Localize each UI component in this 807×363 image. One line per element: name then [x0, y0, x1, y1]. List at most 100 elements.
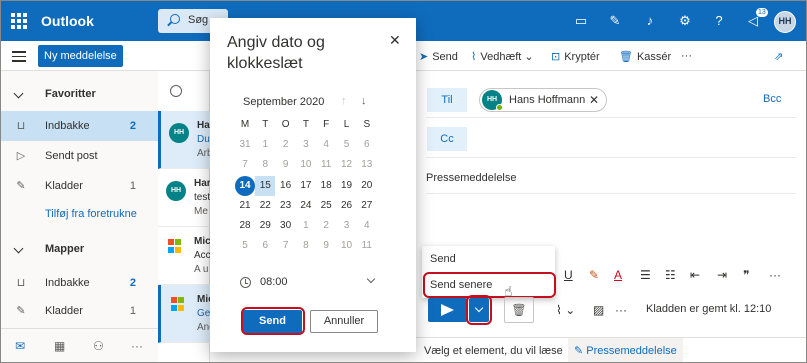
tab-reading[interactable]: Vælg et element, du vil læse [424, 338, 563, 362]
bell-icon[interactable]: ♪ [642, 13, 658, 29]
gear-icon[interactable]: ⚙ [677, 13, 693, 29]
sidebar-item-drafts[interactable]: ✎ Kladder 1 [1, 171, 158, 201]
list-item[interactable]: HH Har Du Arb [158, 111, 214, 169]
calendar-day[interactable]: 28 [235, 216, 255, 236]
trash-icon: 🗑 [619, 51, 633, 63]
presence-icon [496, 104, 503, 111]
quote-icon[interactable]: ❞ [743, 268, 749, 282]
chevron-down-icon [13, 88, 24, 99]
calendar-day[interactable]: 29 [255, 216, 275, 236]
list-item[interactable]: Mic Get And [158, 285, 215, 343]
weekday-label: M [240, 119, 250, 130]
more-apps-icon[interactable]: ··· [131, 339, 143, 353]
highlight-send-options [466, 295, 492, 325]
image-icon[interactable]: ▨ [593, 303, 604, 317]
saved-status: Kladden er gemt kl. 12:10 [646, 303, 772, 315]
help-icon[interactable]: ? [711, 13, 727, 29]
schedule-send-dialog: Angiv dato og klokkeslæt ✕ September 202… [210, 18, 416, 352]
bcc-button[interactable]: Bcc [763, 93, 781, 105]
discard-button[interactable]: 🗑 Kassér [619, 50, 671, 63]
send-icon: ➤ [419, 51, 429, 63]
more-send-options-icon[interactable]: ··· [615, 303, 627, 317]
calendar-day[interactable]: 30 [276, 216, 296, 236]
calendar-day[interactable]: 23 [276, 196, 296, 216]
pencil-icon: ✎ [16, 180, 26, 192]
pop-out-icon[interactable]: ⇗ [774, 50, 783, 63]
people-icon[interactable]: ⚇ [93, 339, 104, 353]
folder-drafts-label: Kladder [45, 305, 83, 317]
trash-icon: 🗑 [511, 303, 527, 317]
sidebar-item-sent[interactable]: ▷ Sendt post [1, 141, 158, 171]
favorites-label: Favoritter [45, 88, 96, 100]
add-favorite-label: Tilføj fra foretrukne [45, 208, 137, 220]
numbering-icon[interactable]: ☷ [665, 268, 676, 282]
recipient-chip[interactable]: HH Hans Hoffmann ✕ [479, 88, 607, 112]
folder-inbox-count: 2 [129, 277, 136, 289]
calendar-day[interactable]: 25 [316, 196, 336, 216]
calendar-day: 6 [364, 139, 370, 151]
font-color-icon[interactable]: A [614, 268, 622, 282]
next-month-icon[interactable]: ↓ [361, 95, 367, 107]
time-picker[interactable]: 08:00 [240, 274, 376, 294]
list-item[interactable]: Mic Acc A u [158, 227, 211, 285]
select-all-icon[interactable] [170, 85, 182, 97]
bottom-tab-bar: Vælg et element, du vil læse ✎ Pressemed… [416, 337, 806, 362]
highlight-icon[interactable]: ✎ [589, 268, 599, 282]
favorites-header[interactable]: Favoritter [1, 79, 158, 109]
decrease-indent-icon[interactable]: ⇤ [690, 268, 700, 282]
menu-item-send[interactable]: Send [430, 253, 456, 265]
new-message-button[interactable]: Ny meddelelse [38, 45, 123, 67]
weekday-label: F [323, 119, 330, 130]
bullets-icon[interactable]: ☰ [640, 268, 651, 282]
calendar-day[interactable]: 15 [255, 175, 276, 196]
send-toolbar-button[interactable]: ➤ Send [419, 50, 458, 63]
mail-icon[interactable]: ✉ [15, 339, 25, 353]
increase-indent-icon[interactable]: ⇥ [717, 268, 727, 282]
close-icon[interactable]: ✕ [389, 32, 401, 49]
send-button[interactable] [428, 298, 467, 322]
menu-icon[interactable] [12, 51, 26, 65]
calendar-day: 1 [262, 139, 269, 151]
calendar-day[interactable]: 21 [235, 196, 255, 216]
avatar[interactable]: HH [774, 11, 796, 33]
sidebar-item-folder-drafts[interactable]: ✎ Kladder 1 [1, 296, 158, 326]
message-list: HH Har Du Arb HH Har test Me Mic Acc A u… [158, 71, 215, 362]
calendar-day[interactable]: 27 [357, 196, 377, 216]
calendar-day: 5 [343, 139, 350, 151]
calendar-day[interactable]: 14 [235, 175, 255, 196]
calendar-day[interactable]: 24 [296, 196, 316, 216]
notes-icon[interactable]: ✎ [607, 13, 623, 29]
sidebar-item-folder-inbox[interactable]: ⊔ Indbakke 2 [1, 268, 158, 298]
to-button[interactable]: Til [427, 88, 467, 112]
attach-button[interactable]: ⌇ Vedhæft ⌄ [471, 50, 534, 63]
previous-month-icon[interactable]: ↑ [341, 95, 347, 107]
pencil-icon: ✎ [16, 305, 26, 317]
cc-button[interactable]: Cc [427, 127, 467, 151]
subject-field[interactable]: Pressemeddelelse [426, 172, 517, 184]
teams-icon[interactable]: ▭ [573, 13, 589, 29]
discard-draft-button[interactable]: 🗑 [504, 297, 534, 323]
add-favorite-link[interactable]: Tilføj fra foretrukne [1, 199, 158, 229]
calendar-day[interactable]: 18 [316, 176, 336, 196]
calendar-icon[interactable]: ▦ [54, 339, 65, 353]
calendar-day[interactable]: 17 [296, 176, 316, 196]
calendar-day[interactable]: 26 [337, 196, 357, 216]
remove-recipient-icon[interactable]: ✕ [589, 93, 599, 107]
calendar-day[interactable]: 16 [276, 176, 296, 196]
underline-icon[interactable]: U [564, 268, 573, 282]
encrypt-button[interactable]: ⊡ Kryptér [551, 50, 600, 63]
list-item[interactable]: HH Har test Me [158, 169, 211, 227]
cancel-button[interactable]: Annuller [310, 310, 378, 333]
app-launcher-icon[interactable] [11, 13, 27, 29]
more-formatting-icon[interactable]: ··· [769, 268, 781, 282]
weekday-label: T [302, 119, 309, 130]
calendar-day[interactable]: 19 [337, 176, 357, 196]
tab-draft[interactable]: ✎ Pressemeddelelse [568, 338, 683, 362]
weekday-label: S [363, 119, 371, 130]
folders-header[interactable]: Mapper [1, 234, 158, 264]
sidebar-item-inbox[interactable]: ⊔ Indbakke 2 [1, 111, 158, 141]
calendar-day[interactable]: 22 [255, 196, 275, 216]
attach-icon[interactable]: ⌇ ⌄ [556, 303, 575, 317]
calendar-day[interactable]: 20 [357, 176, 377, 196]
more-options-button[interactable]: ··· [681, 50, 692, 62]
